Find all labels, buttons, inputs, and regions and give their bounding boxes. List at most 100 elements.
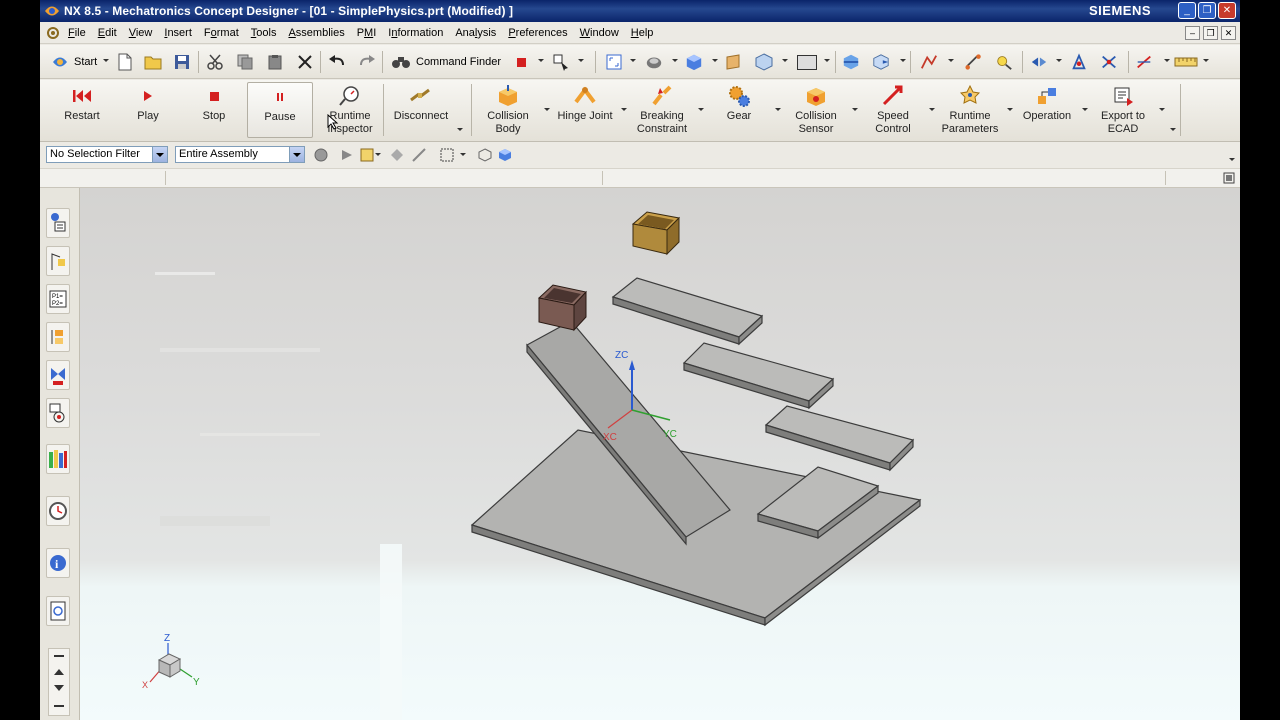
restart-button[interactable]: Restart: [48, 82, 116, 138]
record-stop-icon[interactable]: [512, 53, 530, 71]
move-component-icon[interactable]: [842, 53, 860, 71]
measure-distance-icon[interactable]: [965, 53, 983, 71]
reuse-library-tab[interactable]: [46, 444, 70, 474]
control-point-icon[interactable]: [1070, 53, 1088, 71]
save-icon[interactable]: [173, 53, 191, 71]
falling-box-gold[interactable]: [631, 211, 681, 256]
select-face-icon[interactable]: [388, 146, 406, 164]
copy-icon[interactable]: [236, 53, 254, 71]
export-to-ecad-button[interactable]: Export to ECAD: [1090, 82, 1156, 138]
collision-body-button[interactable]: Collision Body: [476, 82, 540, 138]
selection-bar: No Selection Filter Entire Assembly: [40, 143, 1240, 167]
doc-minimize-button[interactable]: –: [1185, 26, 1200, 40]
section-view-icon[interactable]: [725, 53, 743, 71]
gear-button[interactable]: Gear: [706, 82, 772, 138]
selection-tool-icon[interactable]: [552, 53, 570, 71]
disconnect-button[interactable]: Disconnect: [387, 82, 455, 138]
triad-z-label: Z: [164, 633, 170, 644]
minimize-button[interactable]: _: [1178, 2, 1196, 19]
breaking-constraint-button[interactable]: Breaking Constraint: [628, 82, 696, 138]
menu-file[interactable]: File: [62, 27, 92, 39]
maximize-button[interactable]: ❐: [1198, 2, 1216, 19]
wcs-dynamics-icon[interactable]: [1135, 53, 1153, 71]
assembly-constraint-icon[interactable]: [872, 53, 890, 71]
collision-sensor-button[interactable]: Collision Sensor: [782, 82, 850, 138]
snap-mode-icon[interactable]: [358, 146, 376, 164]
assembly-navigator-tab[interactable]: [46, 208, 70, 238]
menu-analysis[interactable]: Analysis: [449, 27, 502, 39]
menu-insert[interactable]: Insert: [158, 27, 198, 39]
web-browser-tab[interactable]: [46, 596, 70, 626]
command-finder-button[interactable]: Command Finder: [390, 53, 510, 71]
stop-button[interactable]: Stop: [182, 82, 246, 138]
inspect-icon[interactable]: [995, 53, 1013, 71]
start-button[interactable]: Start: [50, 53, 108, 71]
play-button[interactable]: Play: [116, 82, 180, 138]
start-icon: [53, 57, 67, 67]
menu-edit[interactable]: Edit: [92, 27, 123, 39]
step-plate-2[interactable]: [682, 342, 835, 410]
operation-icon: [1038, 88, 1056, 104]
intersection-point-icon[interactable]: [1100, 53, 1118, 71]
delete-icon[interactable]: [296, 53, 314, 71]
svg-text:P2=: P2=: [52, 301, 63, 307]
render-style-icon[interactable]: [645, 53, 663, 71]
ruler-icon[interactable]: [1174, 53, 1198, 71]
speed-control-icon: [882, 85, 903, 106]
menu-format[interactable]: Format: [198, 27, 245, 39]
sliding-box-brown[interactable]: [537, 284, 587, 332]
menu-view[interactable]: View: [123, 27, 159, 39]
menu-preferences[interactable]: Preferences: [502, 27, 573, 39]
shaded-cube-icon[interactable]: [685, 53, 703, 71]
step-plate-1[interactable]: [611, 277, 764, 346]
open-folder-icon[interactable]: [144, 53, 162, 71]
zc-label: ZC: [615, 350, 628, 361]
hinge-joint-button[interactable]: Hinge Joint: [552, 82, 618, 138]
speed-control-button[interactable]: Speed Control: [860, 82, 926, 138]
close-button[interactable]: ✕: [1218, 2, 1236, 19]
background-color-icon[interactable]: [795, 53, 819, 71]
rectangle-select-icon[interactable]: [438, 146, 456, 164]
constraint-navigator-tab[interactable]: [46, 246, 70, 276]
selection-filter-dropdown[interactable]: No Selection Filter: [46, 146, 168, 163]
solid-body-icon[interactable]: [496, 146, 514, 164]
fit-view-icon[interactable]: [605, 53, 623, 71]
menu-pmi[interactable]: PMI: [351, 27, 383, 39]
new-file-icon[interactable]: [116, 53, 134, 71]
runtime-parameters-button[interactable]: Runtime Parameters: [936, 82, 1004, 138]
menu-tools[interactable]: Tools: [245, 27, 283, 39]
physics-navigator-tab[interactable]: [46, 322, 70, 352]
runtime-navigator-tab[interactable]: [46, 398, 70, 428]
wireframe-icon[interactable]: [476, 146, 494, 164]
graphics-window[interactable]: ZC YC XC Z Y X: [80, 188, 1240, 720]
cut-icon[interactable]: [206, 53, 224, 71]
app-menu-icon[interactable]: [46, 26, 60, 40]
menu-information[interactable]: Information: [382, 27, 449, 39]
feature-selection-icon[interactable]: [338, 146, 356, 164]
roles-palette-scroller[interactable]: [48, 648, 70, 716]
doc-close-button[interactable]: ✕: [1221, 26, 1236, 40]
general-object-icon[interactable]: [312, 146, 330, 164]
orient-view-icon[interactable]: [755, 53, 773, 71]
scene-canvas[interactable]: ZC YC XC Z Y X: [80, 188, 1240, 720]
part-navigator-tab[interactable]: P1= P2=: [46, 284, 70, 314]
operation-button[interactable]: Operation: [1015, 82, 1079, 138]
system-materials-tab[interactable]: i: [46, 548, 70, 578]
snap-point-icon[interactable]: [1030, 53, 1048, 71]
menu-help[interactable]: Help: [625, 27, 660, 39]
fullscreen-toggle-icon[interactable]: [1222, 171, 1236, 185]
doc-restore-button[interactable]: ❐: [1203, 26, 1218, 40]
redo-icon[interactable]: [358, 53, 376, 71]
undo-icon[interactable]: [328, 53, 346, 71]
selection-scope-dropdown[interactable]: Entire Assembly: [175, 146, 305, 163]
history-tab[interactable]: [46, 496, 70, 526]
sequence-editor-tab[interactable]: [46, 360, 70, 390]
menu-assemblies[interactable]: Assemblies: [282, 27, 350, 39]
menu-window[interactable]: Window: [574, 27, 625, 39]
step-plate-3[interactable]: [764, 405, 915, 472]
paste-icon[interactable]: [266, 53, 284, 71]
select-edge-icon[interactable]: [410, 146, 428, 164]
pause-button[interactable]: Pause: [247, 82, 313, 138]
chevron-down-icon: [152, 147, 167, 162]
sketch-icon[interactable]: [920, 53, 938, 71]
